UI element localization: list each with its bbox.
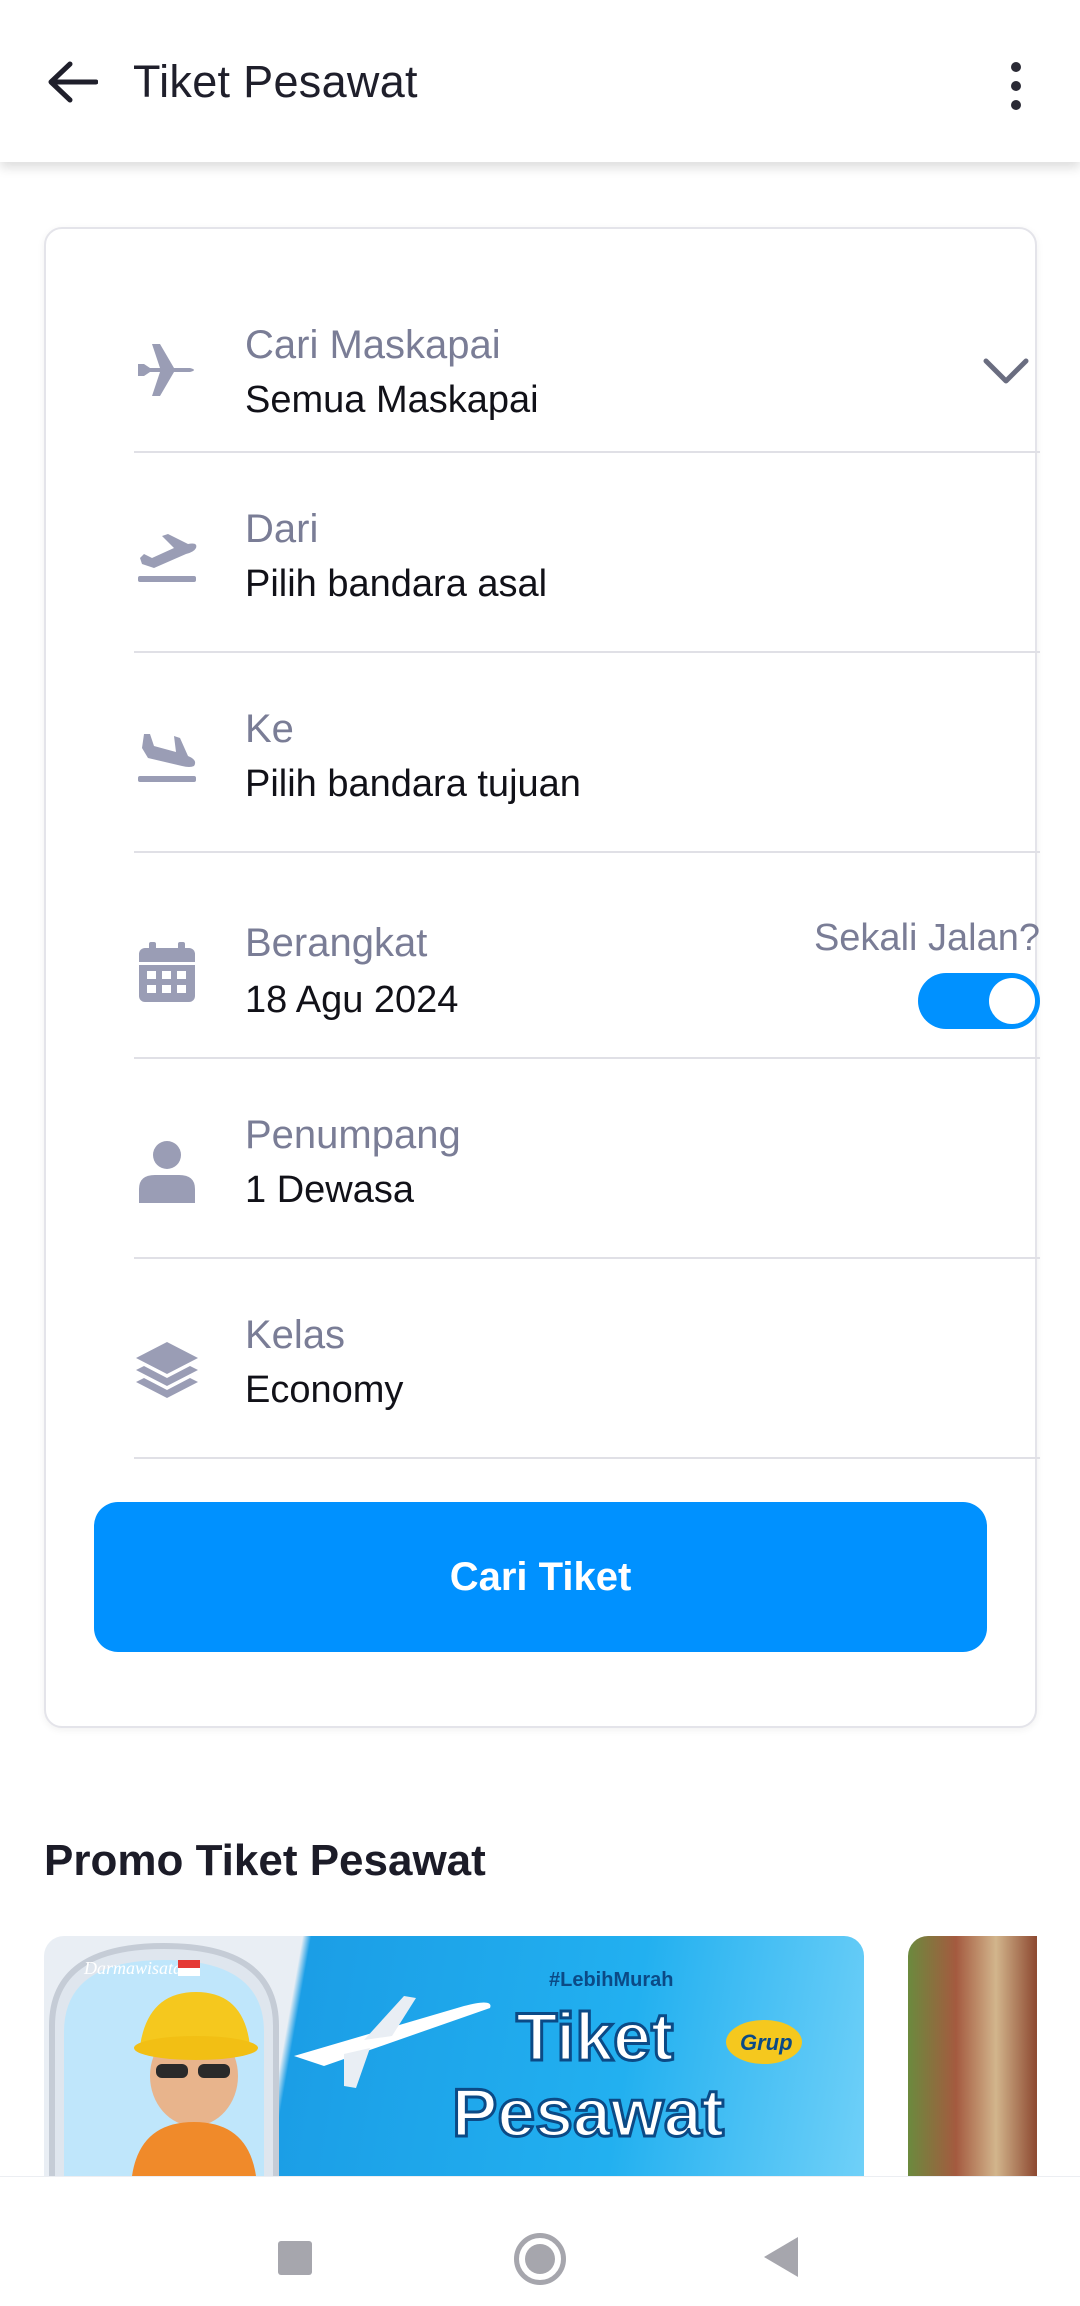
airline-field[interactable]: Cari Maskapai Semua Maskapai xyxy=(134,229,1040,453)
arrow-left-icon xyxy=(48,61,98,103)
system-navigation-bar xyxy=(0,2176,1080,2306)
airplane-icon xyxy=(134,337,200,403)
destination-value: Pilih bandara tujuan xyxy=(245,763,581,805)
promo-banner-flight[interactable]: Darmawisata #LebihMurah Tiket Pesawat Gr… xyxy=(44,1936,864,2176)
departure-label: Berangkat xyxy=(245,921,428,965)
chevron-down-icon xyxy=(983,358,1029,384)
airline-value: Semua Maskapai xyxy=(245,379,539,421)
passenger-label: Penumpang xyxy=(245,1113,461,1157)
origin-label: Dari xyxy=(245,507,319,551)
system-back-icon[interactable] xyxy=(764,2237,798,2277)
svg-text:Pesawat: Pesawat xyxy=(452,2075,724,2151)
promo-carousel[interactable]: Darmawisata #LebihMurah Tiket Pesawat Gr… xyxy=(44,1936,1037,2176)
one-way-toggle[interactable] xyxy=(918,973,1040,1029)
promo-banner-image: Darmawisata #LebihMurah Tiket Pesawat Gr… xyxy=(49,1942,802,2176)
promo-section-title: Promo Tiket Pesawat xyxy=(44,1836,486,1885)
more-dot xyxy=(1011,81,1021,91)
more-options-button[interactable] xyxy=(990,54,1042,118)
svg-text:Darmawisata: Darmawisata xyxy=(83,1958,182,1978)
recent-apps-icon[interactable] xyxy=(278,2241,312,2275)
layers-icon xyxy=(134,1339,200,1405)
passenger-value: 1 Dewasa xyxy=(245,1169,414,1211)
person-icon xyxy=(134,1139,200,1205)
app-bar: Tiket Pesawat xyxy=(0,0,1080,162)
destination-field[interactable]: Ke Pilih bandara tujuan xyxy=(134,653,1040,853)
search-ticket-button[interactable]: Cari Tiket xyxy=(94,1502,987,1652)
landing-icon xyxy=(134,723,200,789)
more-vertical-icon xyxy=(1011,62,1021,72)
passenger-field[interactable]: Penumpang 1 Dewasa xyxy=(134,1059,1040,1259)
more-dot xyxy=(1011,100,1021,110)
class-label: Kelas xyxy=(245,1313,346,1357)
home-icon[interactable] xyxy=(514,2233,566,2285)
destination-label: Ke xyxy=(245,707,294,751)
origin-field[interactable]: Dari Pilih bandara asal xyxy=(134,453,1040,653)
departure-date-field[interactable]: Berangkat 18 Agu 2024 Sekali Jalan? xyxy=(134,853,1040,1059)
promo-banner-secondary[interactable] xyxy=(908,1936,1037,2176)
svg-text:Tiket: Tiket xyxy=(516,1999,673,2075)
calendar-icon xyxy=(134,939,200,1005)
origin-value: Pilih bandara asal xyxy=(245,563,548,605)
class-value: Economy xyxy=(245,1369,404,1411)
svg-text:Grup: Grup xyxy=(740,2030,793,2055)
class-field[interactable]: Kelas Economy xyxy=(134,1259,1040,1459)
departure-value: 18 Agu 2024 xyxy=(245,979,459,1021)
one-way-label: Sekali Jalan? xyxy=(813,917,1040,959)
takeoff-icon xyxy=(134,523,200,589)
back-button[interactable] xyxy=(40,50,104,114)
toggle-knob xyxy=(989,978,1035,1024)
airline-label: Cari Maskapai xyxy=(245,323,501,367)
svg-text:#LebihMurah: #LebihMurah xyxy=(549,1969,673,1991)
page-title: Tiket Pesawat xyxy=(133,56,418,107)
